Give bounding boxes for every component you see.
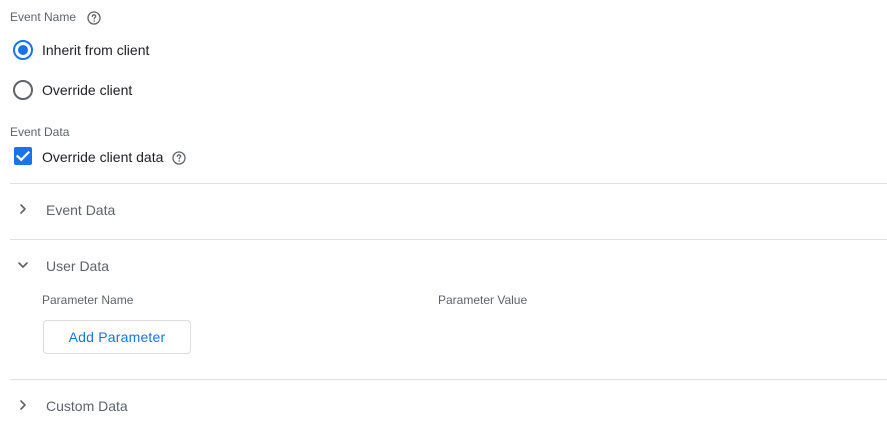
override-client-data-label[interactable]: Override client data: [42, 149, 163, 165]
chevron-right-icon: [20, 204, 26, 214]
override-client-label[interactable]: Override client: [42, 82, 132, 98]
divider: [10, 239, 887, 240]
section-title: User Data: [46, 258, 110, 274]
section-user-data-header[interactable]: User Data: [10, 250, 870, 282]
override-client-radio[interactable]: [13, 80, 33, 100]
add-parameter-button[interactable]: Add Parameter: [43, 320, 191, 354]
help-circle-icon[interactable]: [172, 151, 186, 165]
event-name-label: Event Name: [10, 10, 77, 24]
divider: [10, 379, 887, 380]
column-header-parameter-value: Parameter Value: [438, 293, 528, 307]
event-data-label: Event Data: [10, 125, 70, 139]
inherit-from-client-radio[interactable]: [13, 40, 33, 60]
column-header-parameter-name: Parameter Name: [42, 293, 134, 307]
section-custom-data-header[interactable]: Custom Data: [10, 390, 870, 422]
chevron-down-icon: [18, 262, 28, 268]
help-circle-icon[interactable]: [87, 11, 101, 25]
inherit-from-client-label[interactable]: Inherit from client: [42, 42, 149, 58]
divider: [10, 183, 887, 184]
chevron-right-icon: [20, 400, 26, 410]
section-title: Custom Data: [46, 398, 128, 414]
override-client-data-checkbox[interactable]: [14, 147, 32, 165]
section-event-data-header[interactable]: Event Data: [10, 194, 870, 226]
checkmark-icon: [15, 150, 31, 162]
section-title: Event Data: [46, 202, 116, 218]
